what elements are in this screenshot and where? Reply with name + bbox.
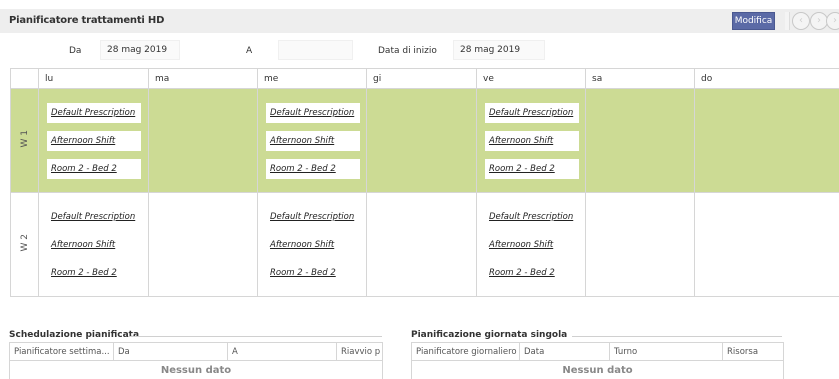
previous-icon[interactable]: ‹ (792, 12, 810, 30)
schedule-entry-link[interactable]: Default Prescription (266, 103, 360, 123)
schedule-entry-link[interactable]: Room 2 - Bed 2 (485, 159, 579, 179)
schedule-entry-link[interactable]: Afternoon Shift (266, 235, 360, 255)
empty-row: Nessun dato (411, 360, 784, 379)
day-header: ve (476, 68, 586, 89)
schedule-entry-link[interactable]: Room 2 - Bed 2 (47, 159, 141, 179)
schedule-entry-link[interactable]: Default Prescription (485, 207, 579, 227)
day-entries: Default Prescription Afternoon Shift Room … (477, 89, 585, 179)
column-header[interactable]: Data (519, 342, 610, 361)
to-label: A (246, 46, 253, 56)
day-header: me (257, 68, 367, 89)
panel-header: Pianificatore trattamenti HD Modifica ‹ … (0, 9, 839, 33)
day-entries (586, 89, 694, 103)
schedule-entry-link[interactable]: Default Prescription (47, 207, 141, 227)
day-entries: Default Prescription Afternoon Shift Room … (39, 193, 148, 283)
empty-message: Nessun dato (9, 360, 383, 379)
planned-schedule-table: Pianificatore settima... Da A Riavvio p … (9, 342, 383, 379)
schedule-entry-link[interactable]: Room 2 - Bed 2 (47, 263, 141, 283)
table-header-row: Pianificatore giornaliero Data Turno Ris… (411, 342, 784, 361)
schedule-entry-link[interactable]: Room 2 - Bed 2 (485, 263, 579, 283)
week-header-corner (10, 68, 39, 89)
schedule-entry-link[interactable]: Room 2 - Bed 2 (266, 263, 360, 283)
day-entries (149, 193, 257, 207)
start-date-label: Data di inizio (378, 46, 437, 56)
from-date-field[interactable]: 28 mag 2019 (100, 40, 180, 60)
start-date-field[interactable]: 28 mag 2019 (453, 40, 545, 60)
day-cell[interactable]: Default Prescription Afternoon Shift Room … (38, 192, 149, 297)
day-header: ma (148, 68, 258, 89)
single-day-table: Pianificatore giornaliero Data Turno Ris… (411, 342, 784, 379)
day-entries (367, 193, 476, 207)
week-row: W 2 Default Prescription Afternoon Shift Ro… (10, 192, 839, 297)
day-entries (149, 89, 257, 103)
day-entries (367, 89, 476, 103)
day-cell[interactable] (694, 88, 839, 193)
schedule-entry-link[interactable]: Default Prescription (485, 103, 579, 123)
day-entries: Default Prescription Afternoon Shift Room … (258, 89, 366, 179)
day-header: gi (366, 68, 477, 89)
day-cell[interactable] (694, 192, 839, 297)
day-cell[interactable] (585, 88, 695, 193)
day-cell[interactable]: Default Prescription Afternoon Shift Room … (257, 88, 367, 193)
day-entries (695, 193, 839, 207)
day-header-row: lu ma me gi ve sa do (10, 68, 839, 89)
column-header[interactable]: Riavvio p (336, 342, 383, 361)
day-header: lu (38, 68, 149, 89)
column-header[interactable]: Turno (609, 342, 723, 361)
weekly-schedule-grid: lu ma me gi ve sa do W 1 Default Prescrip… (10, 68, 839, 297)
column-header[interactable]: Pianificatore settima... (9, 342, 114, 361)
week-row: W 1 Default Prescription Afternoon Shift Ro… (10, 88, 839, 193)
last-icon[interactable]: › (826, 12, 839, 30)
day-entries: Default Prescription Afternoon Shift Room … (477, 193, 585, 283)
schedule-entry-link[interactable]: Default Prescription (266, 207, 360, 227)
edit-button[interactable]: Modifica (732, 12, 775, 30)
week-label-cell: W 1 (10, 88, 39, 193)
day-cell[interactable] (366, 88, 477, 193)
column-header[interactable]: A (227, 342, 337, 361)
day-cell[interactable]: Default Prescription Afternoon Shift Room … (257, 192, 367, 297)
day-cell[interactable] (148, 88, 258, 193)
day-cell[interactable] (585, 192, 695, 297)
single-day-title: Pianificazione giornata singola (411, 330, 568, 340)
schedule-entry-link[interactable]: Afternoon Shift (47, 235, 141, 255)
day-cell[interactable] (366, 192, 477, 297)
column-header[interactable]: Risorsa (722, 342, 784, 361)
from-label: Da (69, 46, 82, 56)
schedule-entry-link[interactable]: Afternoon Shift (485, 131, 579, 151)
day-entries (586, 193, 694, 207)
section-divider (572, 336, 782, 337)
schedule-entry-link[interactable]: Afternoon Shift (47, 131, 141, 151)
day-cell[interactable] (148, 192, 258, 297)
week-label-cell: W 2 (10, 192, 39, 297)
day-header: do (694, 68, 839, 89)
schedule-entry-link[interactable]: Room 2 - Bed 2 (266, 159, 360, 179)
schedule-entry-link[interactable]: Default Prescription (47, 103, 141, 123)
section-divider (128, 336, 382, 337)
table-header-row: Pianificatore settima... Da A Riavvio p (9, 342, 383, 361)
schedule-entry-link[interactable]: Afternoon Shift (485, 235, 579, 255)
week-label: W 1 (19, 130, 30, 148)
day-header: sa (585, 68, 695, 89)
to-date-field[interactable] (278, 40, 353, 60)
day-cell[interactable]: Default Prescription Afternoon Shift Room … (38, 88, 149, 193)
day-entries: Default Prescription Afternoon Shift Room … (39, 89, 148, 179)
day-cell[interactable]: Default Prescription Afternoon Shift Room … (476, 192, 586, 297)
week-label: W 2 (19, 234, 30, 252)
schedule-entry-link[interactable]: Afternoon Shift (266, 131, 360, 151)
empty-message: Nessun dato (411, 360, 784, 379)
column-header[interactable]: Da (113, 342, 228, 361)
day-cell[interactable]: Default Prescription Afternoon Shift Room … (476, 88, 586, 193)
day-entries (695, 89, 839, 103)
toolbar-separator (785, 12, 790, 30)
day-entries: Default Prescription Afternoon Shift Room … (258, 193, 366, 283)
page-title: Pianificatore trattamenti HD (9, 15, 165, 26)
column-header[interactable]: Pianificatore giornaliero (411, 342, 520, 361)
empty-row: Nessun dato (9, 360, 383, 379)
planned-schedule-title: Schedulazione pianificata (9, 330, 140, 340)
